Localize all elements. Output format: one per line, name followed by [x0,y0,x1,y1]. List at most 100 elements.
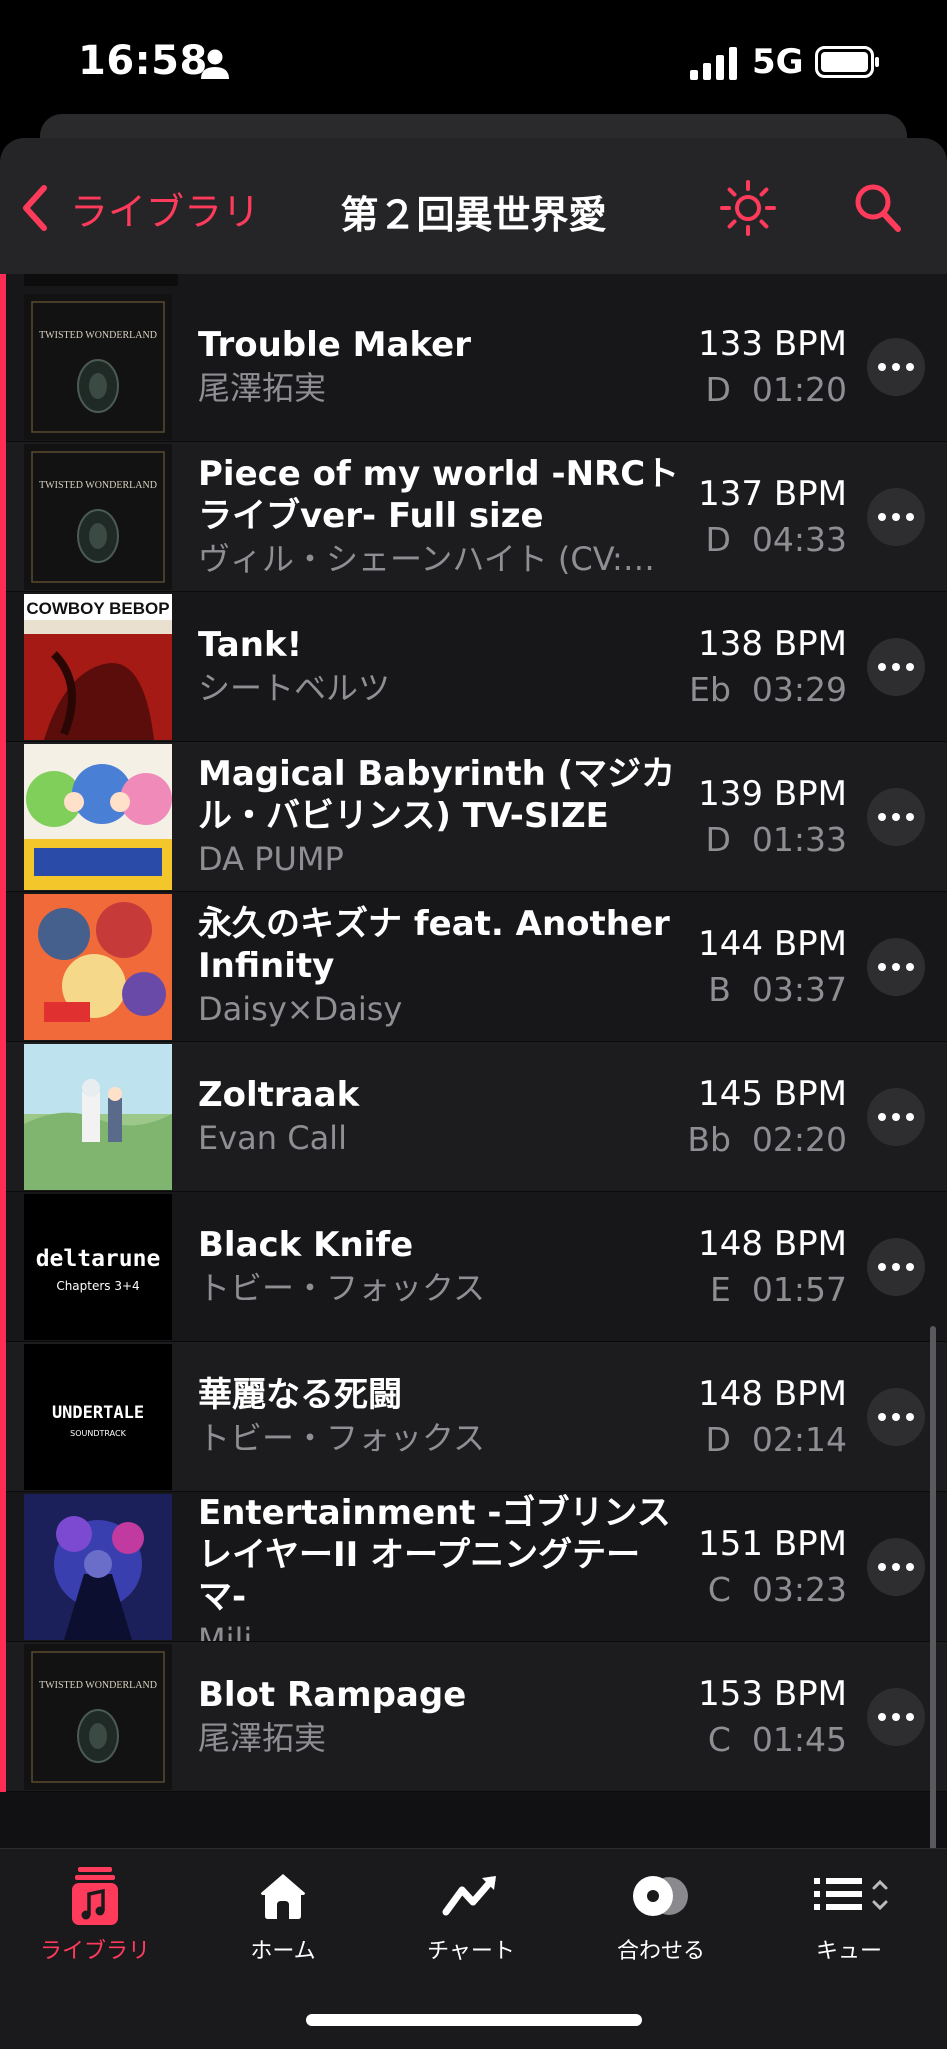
track-row[interactable]: 永久のキズナ feat. Another Infinity Daisy×Dais… [0,892,947,1042]
network-type: 5G [752,42,804,82]
album-art-title: deltarune [36,1246,161,1272]
album-art [24,894,172,1040]
tab-queue[interactable]: キュー [754,1861,944,1971]
track-artist: トビー・フォックス [198,1269,486,1307]
track-key: Eb [689,670,731,709]
track-row[interactable]: UNDERTALE SOUNDTRACK 華麗なる死闘 トビー・フォックス 14… [0,1342,947,1492]
queue-icon [814,1878,888,1911]
track-row[interactable]: COWBOY BEBOP Tank! シートベルツ 138 BPM Eb 03:… [0,592,947,742]
ellipsis-icon [878,1563,886,1571]
track-duration: 01:57 [751,1270,847,1309]
more-options-button[interactable] [867,1538,925,1596]
track-bpm: 137 BPM [698,474,847,514]
ellipsis-icon [878,513,886,521]
track-row[interactable]: deltarune Chapters 3+4 Black Knife トビー・フ… [0,1192,947,1342]
track-key-duration: D 01:20 [705,367,847,413]
track-bpm: 153 BPM [698,1674,847,1714]
track-artist: ヴィル・シェーンハイト (CV:… [198,540,655,578]
track-title: Tank! [198,625,303,665]
brightness-icon[interactable] [718,178,778,238]
music-library-icon [72,1867,118,1925]
album-art: COWBOY BEBOP [24,594,172,740]
more-options-button[interactable] [867,938,925,996]
tab-label: キュー [815,1939,882,1964]
track-row[interactable]: Entertainment -ゴブリンスレイヤーII オープニングテーマ- Mi… [0,1492,947,1642]
track-artist: DA PUMP [198,840,344,878]
track-key: Bb [687,1120,731,1159]
back-label: ライブラリ [70,189,261,234]
more-options-button[interactable] [867,1388,925,1446]
album-art: TWISTED WONDERLAND [24,1644,172,1790]
home-indicator[interactable] [306,2014,642,2026]
more-options-button[interactable] [867,488,925,546]
tab-library[interactable]: ライブラリ [0,1861,190,1971]
tab-match[interactable]: 合わせる [566,1861,756,1971]
track-artist: Evan Call [198,1119,347,1157]
more-options-button[interactable] [867,1688,925,1746]
track-bpm: 133 BPM [698,324,847,364]
track-key-duration: B 03:37 [708,967,847,1013]
track-key: B [708,970,731,1009]
track-key: E [710,1270,731,1309]
track-row[interactable]: Magical Babyrinth (マジカル・バビリンス) TV-SIZE D… [0,742,947,892]
track-artist: 尾澤拓実 [198,1719,327,1757]
track-title: Magical Babyrinth (マジカル・バビリンス) TV-SIZE [198,754,676,836]
ellipsis-icon [878,1713,886,1721]
track-bpm: 148 BPM [698,1374,847,1414]
track-key-duration: D 01:33 [705,817,847,863]
album-art [24,1044,172,1190]
tab-home[interactable]: ホーム [188,1861,378,1971]
search-icon[interactable] [850,178,906,238]
album-art-title: TWISTED WONDERLAND [39,330,157,341]
track-bpm: 148 BPM [698,1224,847,1264]
track-title: 永久のキズナ feat. Another Infinity [198,904,670,986]
status-bar: 16:58 5G [0,0,947,120]
track-bpm: 138 BPM [698,624,847,664]
ellipsis-icon [878,813,886,821]
person-icon [201,49,229,79]
album-art-title: TWISTED WONDERLAND [39,480,157,491]
track-list: TWISTED WONDERLAND Trouble Maker 尾澤拓実 13… [0,274,947,1792]
track-artist: 尾澤拓実 [198,369,327,407]
album-art: TWISTED WONDERLAND [24,294,172,440]
track-key-duration: Bb 02:20 [687,1117,847,1163]
album-art: deltarune Chapters 3+4 [24,1194,172,1340]
more-options-button[interactable] [867,1238,925,1296]
ellipsis-icon [878,963,886,971]
tab-chart[interactable]: チャート [376,1861,566,1971]
more-options-button[interactable] [867,788,925,846]
track-artist: Mili [198,1621,253,1642]
track-duration: 03:29 [751,670,847,709]
more-options-button[interactable] [867,638,925,696]
track-row[interactable]: TWISTED WONDERLAND Blot Rampage 尾澤拓実 153… [0,1642,947,1792]
track-key: D [705,370,731,409]
track-key-duration: Eb 03:29 [689,667,847,713]
track-row-partial[interactable] [0,274,947,292]
track-duration: 01:20 [751,370,847,409]
track-title: Blot Rampage [198,1675,467,1715]
album-art-subtitle: Chapters 3+4 [56,1279,139,1293]
track-row[interactable]: TWISTED WONDERLAND Trouble Maker 尾澤拓実 13… [0,292,947,442]
track-key-duration: C 03:23 [708,1567,847,1613]
track-key: D [705,1420,731,1459]
track-bpm: 139 BPM [698,774,847,814]
more-options-button[interactable] [867,338,925,396]
track-duration: 02:14 [751,1420,847,1459]
more-options-button[interactable] [867,1088,925,1146]
track-row[interactable]: Zoltraak Evan Call 145 BPM Bb 02:20 [0,1042,947,1192]
chart-icon [442,1876,496,1916]
ellipsis-icon [878,663,886,671]
album-art [24,744,172,890]
track-title: 華麗なる死闘 [198,1375,402,1415]
track-bpm: 144 BPM [698,924,847,964]
ellipsis-icon [878,1413,886,1421]
track-duration: 02:20 [751,1120,847,1159]
track-artist: トビー・フォックス [198,1419,486,1457]
chevron-left-icon [23,185,47,231]
track-key-duration: E 01:57 [710,1267,847,1313]
track-key: C [707,1720,731,1759]
back-button[interactable]: ライブラリ [18,178,260,238]
home-icon [261,1874,305,1919]
ellipsis-icon [878,1263,886,1271]
track-row[interactable]: TWISTED WONDERLAND Piece of my world -NR… [0,442,947,592]
